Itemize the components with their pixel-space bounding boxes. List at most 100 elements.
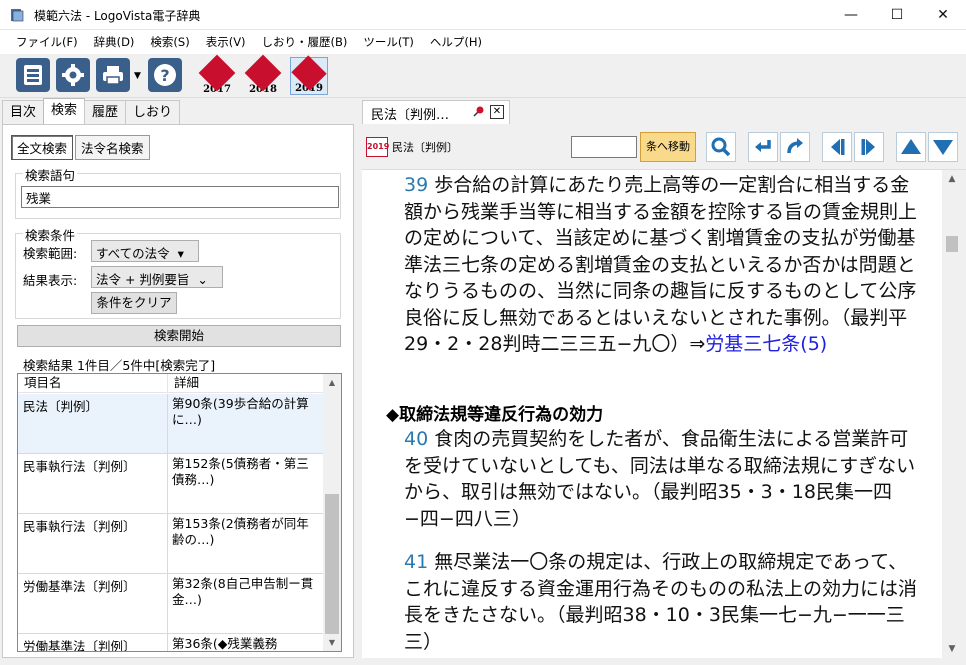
chevron-down-icon: ▾ [177, 246, 184, 261]
book-2018-button[interactable]: 2018 [244, 54, 282, 95]
paragraph-text: 食肉の売買契約をした者が、食品衛生法による営業許可を受けていないとしても、同法は… [404, 428, 916, 530]
table-row[interactable]: 民法〔判例〕 第90条(39歩合給の計算に…) [18, 394, 323, 454]
menu-view[interactable]: 表示(V) [198, 30, 254, 54]
subtab-lawname-search[interactable]: 法令名検索 [75, 135, 150, 160]
svg-text:?: ? [160, 66, 169, 85]
row-name: 民事執行法〔判例〕 [18, 514, 168, 573]
back-button[interactable] [748, 132, 778, 162]
close-tab-icon[interactable]: ✕ [490, 105, 504, 119]
go-to-article-button[interactable]: 条へ移動 [640, 132, 696, 162]
print-button[interactable] [96, 58, 130, 92]
paragraph: 41 無尽業法一〇条の規定は、行政上の取締規定であって、これに違反する資金運用行… [404, 549, 924, 655]
subtab-fulltext-search[interactable]: 全文検索 [11, 135, 74, 160]
tab-document-label: 民法〔判例… [371, 108, 450, 123]
book-2017-button[interactable]: 2017 [198, 54, 236, 95]
gear-icon [62, 64, 84, 86]
scroll-up-button[interactable] [896, 132, 926, 162]
scroll-down-button[interactable] [928, 132, 958, 162]
maximize-button[interactable]: ☐ [874, 0, 920, 30]
paragraph-number: 39 [404, 174, 429, 196]
paragraph-text: 無尽業法一〇条の規定は、行政上の取締規定であって、これに違反する資金運用行為その… [404, 551, 918, 653]
edition-2019-icon: 2019 [366, 137, 389, 157]
results-header: 項目名 詳細 [18, 374, 323, 393]
scroll-down-arrow-icon[interactable]: ▼ [323, 634, 341, 651]
panel-toggle-button[interactable] [16, 58, 50, 92]
scroll-up-arrow-icon[interactable]: ▲ [942, 170, 962, 188]
previous-icon [831, 139, 845, 155]
forward-button[interactable] [780, 132, 810, 162]
app-icon [11, 9, 24, 22]
scrollbar-thumb[interactable] [946, 236, 958, 252]
paragraph: 39 歩合給の計算にあたり売上高等の一定割合に相当する金額から残業手当等に相当す… [404, 172, 924, 358]
clear-conditions-button[interactable]: 条件をクリア [91, 292, 177, 314]
menu-bar: ファイル(F) 辞典(D) 検索(S) 表示(V) しおり・履歴(B) ツール(… [0, 30, 966, 54]
question-icon: ? [154, 64, 176, 86]
row-detail: 第152条(5債務者・第三債務…) [172, 456, 309, 487]
range-select[interactable]: すべての法令 ▾ [91, 240, 199, 262]
table-row[interactable]: 労働基準法〔判例〕 第32条(8自己申告制ー貫金…) [18, 574, 323, 634]
query-group-title: 検索語句 [23, 165, 78, 184]
chevron-down-icon: ⌄ [197, 272, 208, 287]
menu-bookmarks-history[interactable]: しおり・履歴(B) [254, 30, 356, 54]
article-number-input[interactable] [571, 136, 637, 158]
search-start-button[interactable]: 検索開始 [17, 325, 341, 347]
tab-history[interactable]: 履歴 [84, 100, 127, 124]
row-name: 労働基準法〔判例〕 [18, 634, 168, 651]
query-input[interactable]: 残業 [21, 186, 339, 208]
toolbar: ▼ ? 2017 2018 2019 [0, 54, 966, 98]
scroll-down-arrow-icon[interactable]: ▼ [942, 640, 962, 658]
row-detail: 第36条(◆残業義務 [172, 636, 278, 651]
row-name: 民法〔判例〕 [18, 394, 168, 453]
triangle-up-icon [901, 139, 921, 154]
row-detail: 第32条(8自己申告制ー貫金…) [172, 576, 314, 607]
redo-arrow-icon [787, 138, 803, 154]
table-row[interactable]: 民事執行法〔判例〕 第153条(2債務者が同年齢の…) [18, 514, 323, 574]
menu-dictionary[interactable]: 辞典(D) [86, 30, 143, 54]
minimize-button[interactable]: — [828, 0, 874, 30]
paragraph-number: 40 [404, 428, 429, 450]
results-list: 項目名 詳細 民法〔判例〕 第90条(39歩合給の計算に…) 民事執行法〔判例〕… [17, 373, 342, 652]
menu-file[interactable]: ファイル(F) [8, 30, 86, 54]
display-select[interactable]: 法令 + 判例要旨 ⌄ [91, 266, 223, 288]
range-select-value: すべての法令 [96, 246, 170, 261]
next-article-button[interactable] [854, 132, 884, 162]
title-bar: 模範六法 - LogoVista電子辞典 — ☐ ✕ [0, 0, 966, 30]
previous-article-button[interactable] [822, 132, 852, 162]
tab-bookmarks[interactable]: しおり [125, 100, 181, 124]
document-label: 民法〔判例〕 [392, 141, 458, 154]
scrollbar-thumb[interactable] [325, 494, 339, 634]
display-select-value: 法令 + 判例要旨 [96, 272, 190, 287]
help-button[interactable]: ? [148, 58, 182, 92]
results-scrollbar[interactable]: ▲ ▼ [323, 374, 341, 651]
column-name-header[interactable]: 項目名 [18, 374, 168, 392]
table-row[interactable]: 労働基準法〔判例〕 第36条(◆残業義務 [18, 634, 323, 651]
tab-contents[interactable]: 目次 [2, 100, 45, 124]
tab-document[interactable]: 民法〔判例… ✕ [362, 100, 510, 124]
column-detail-header[interactable]: 詳細 [168, 374, 323, 392]
left-tabs: 目次 検索 履歴 しおり [0, 98, 360, 124]
print-dropdown-arrow-icon[interactable]: ▼ [134, 71, 141, 81]
menu-help[interactable]: ヘルプ(H) [422, 30, 490, 54]
printer-icon [103, 66, 123, 85]
find-button[interactable] [706, 132, 736, 162]
row-name: 民事執行法〔判例〕 [18, 454, 168, 513]
table-row[interactable]: 民事執行法〔判例〕 第152条(5債務者・第三債務…) [18, 454, 323, 514]
content-scrollbar[interactable]: ▲ ▼ [942, 170, 962, 658]
menu-search[interactable]: 検索(S) [142, 30, 197, 54]
close-button[interactable]: ✕ [920, 0, 966, 30]
search-panel: 全文検索 法令名検索 検索語句 残業 検索条件 検索範囲: すべての法令 ▾ 結… [2, 124, 354, 658]
cross-reference-link[interactable]: 労基三七条(5) [705, 333, 827, 355]
row-detail: 第153条(2債務者が同年齢の…) [172, 516, 309, 547]
range-label: 検索範囲: [23, 246, 78, 261]
scroll-up-arrow-icon[interactable]: ▲ [323, 374, 341, 391]
result-status: 検索結果 1件目／5件中[検索完了] [23, 358, 216, 373]
menu-tools[interactable]: ツール(T) [355, 30, 422, 54]
search-icon [711, 137, 731, 157]
triangle-down-icon [933, 140, 953, 155]
tab-search[interactable]: 検索 [43, 98, 86, 124]
settings-button[interactable] [56, 58, 90, 92]
pin-icon[interactable] [471, 105, 485, 119]
return-arrow-icon [755, 140, 771, 152]
book-2019-button[interactable]: 2019 [290, 55, 328, 95]
row-detail: 第90条(39歩合給の計算に…) [172, 396, 309, 427]
